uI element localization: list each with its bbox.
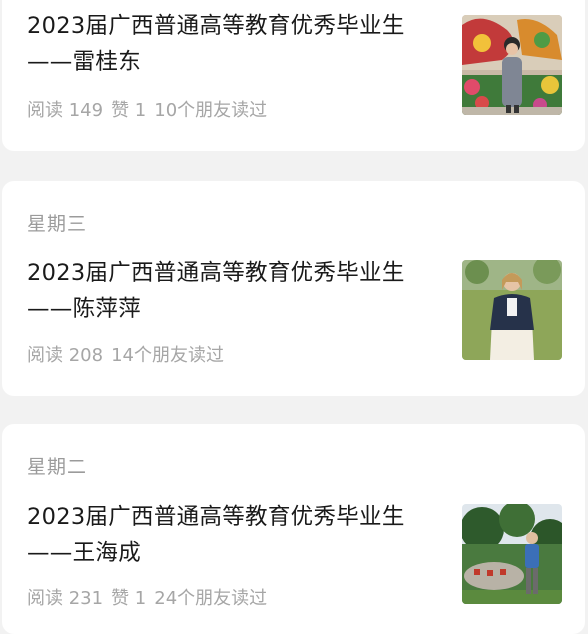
photo-image <box>462 504 562 604</box>
photo-image <box>462 260 562 360</box>
photo-image <box>462 15 562 115</box>
article-meta: 阅读 231 赞 1 24个朋友读过 <box>27 584 275 610</box>
article-meta: 阅读 149 赞 1 10个朋友读过 <box>27 96 275 122</box>
article-meta: 阅读 208 14个朋友读过 <box>27 341 232 367</box>
read-count: 阅读 231 <box>27 588 104 609</box>
article-card[interactable]: 2023届广西普通高等教育优秀毕业生——雷桂东 阅读 149 赞 1 10个朋友读过 <box>2 0 585 151</box>
publish-day: 星期二 <box>27 456 88 478</box>
friends-read: 24个朋友读过 <box>154 588 268 609</box>
publish-day: 星期三 <box>27 213 88 235</box>
article-thumbnail[interactable] <box>462 15 562 115</box>
article-thumbnail[interactable] <box>462 504 562 604</box>
like-count: 赞 1 <box>111 588 147 609</box>
friends-read: 10个朋友读过 <box>154 100 268 121</box>
article-thumbnail[interactable] <box>462 260 562 360</box>
article-title[interactable]: 2023届广西普通高等教育优秀毕业生——陈萍萍 <box>27 255 445 327</box>
friends-read: 14个朋友读过 <box>111 345 224 366</box>
article-card[interactable]: 星期三 2023届广西普通高等教育优秀毕业生——陈萍萍 阅读 208 14个朋友读… <box>2 181 585 396</box>
like-count: 赞 1 <box>111 100 147 121</box>
read-count: 阅读 149 <box>27 100 104 121</box>
article-card[interactable]: 星期二 2023届广西普通高等教育优秀毕业生——王海成 阅读 231 赞 1 24个… <box>2 424 585 634</box>
read-count: 阅读 208 <box>27 345 104 366</box>
article-title[interactable]: 2023届广西普通高等教育优秀毕业生——雷桂东 <box>27 8 445 80</box>
article-title[interactable]: 2023届广西普通高等教育优秀毕业生——王海成 <box>27 499 445 571</box>
